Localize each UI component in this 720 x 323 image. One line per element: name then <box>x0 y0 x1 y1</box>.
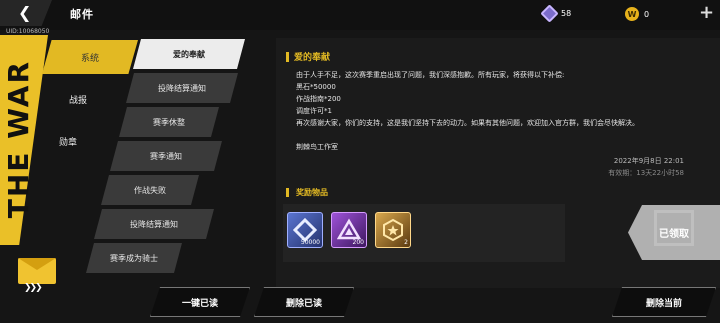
mail-item-label: 投降结算通知 <box>158 83 206 93</box>
read-all-button[interactable]: 一键已读 <box>150 287 250 317</box>
gem-count: 58 <box>561 9 572 18</box>
page-title: 邮件 <box>70 8 94 21</box>
tab-system[interactable]: 系统 <box>42 40 138 74</box>
plus-icon[interactable]: + <box>699 2 714 23</box>
mail-item[interactable]: 作战失败 <box>101 175 199 205</box>
user-id: UID:10068050 <box>6 28 50 35</box>
gift-icon <box>654 210 694 246</box>
mail-item-label: 作战失败 <box>134 185 166 195</box>
mail-item[interactable]: 投降结算通知 <box>94 209 214 239</box>
mail-body-line: 再次感谢大家，你们的支持，这是我们坚持下去的动力。如果有其他问题，欢迎加入官方群… <box>296 119 639 127</box>
delete-current-button[interactable]: 删除当前 <box>612 287 716 317</box>
mail-validity: 有效期：13天22小时58 <box>608 169 684 177</box>
reward-quantity: 200 <box>352 239 364 246</box>
mail-item-label: 投降结算通知 <box>130 219 178 229</box>
mail-item[interactable]: 赛季成为骑士 <box>86 243 182 273</box>
tab-medal[interactable]: 勋章 <box>20 124 116 158</box>
reward-item[interactable]: 50000 <box>287 212 323 248</box>
rewards-area <box>283 204 565 262</box>
mail-date: 2022年9月8日 22:01 <box>613 157 684 165</box>
mail-envelope-icon <box>18 258 56 284</box>
mail-item[interactable]: 赛季休整 <box>119 107 219 137</box>
reward-item[interactable]: 2 <box>375 212 411 248</box>
rewards-title: 奖励物品 <box>286 188 328 197</box>
gold-badge-icon <box>383 218 403 242</box>
gem-counter: 58 <box>540 4 572 23</box>
triple-chevron-icon: ❯❯❯ <box>24 283 43 293</box>
mail-body-line: 调度许可*1 <box>296 107 332 115</box>
mail-item[interactable]: 赛季通知 <box>110 141 222 171</box>
delete-read-button[interactable]: 删除已读 <box>254 287 354 317</box>
mail-body-line: 作战指南*200 <box>296 95 341 103</box>
coin-counter: W 0 <box>625 7 649 21</box>
mail-body-line: 由于人手不足，这次赛季重启出现了问题，我们深感抱歉。所有玩家，将获得以下补偿: <box>296 71 565 79</box>
gem-icon <box>540 4 559 23</box>
top-bar <box>0 0 720 30</box>
back-arrow-icon: ❮ <box>18 3 32 22</box>
reward-quantity: 50000 <box>300 239 320 246</box>
mail-item-label: 赛季通知 <box>150 151 182 161</box>
reward-item[interactable]: 200 <box>331 212 367 248</box>
mail-title: 爱的奉献 <box>294 53 331 63</box>
mail-item-label: 赛季成为骑士 <box>110 253 158 263</box>
mail-item-label: 赛季休整 <box>153 117 185 127</box>
mail-item[interactable]: 投降结算通知 <box>126 73 238 103</box>
mail-signature: 荆棘鸟工作室 <box>296 143 338 151</box>
mail-body-line: 黑石*50000 <box>296 83 336 91</box>
coin-count: 0 <box>644 9 650 19</box>
coin-icon: W <box>625 7 639 21</box>
reward-quantity: 2 <box>404 239 408 246</box>
mail-item[interactable]: 爱的奉献 <box>133 39 245 69</box>
tab-battle-report[interactable]: 战报 <box>30 82 126 116</box>
title-accent <box>286 52 289 62</box>
